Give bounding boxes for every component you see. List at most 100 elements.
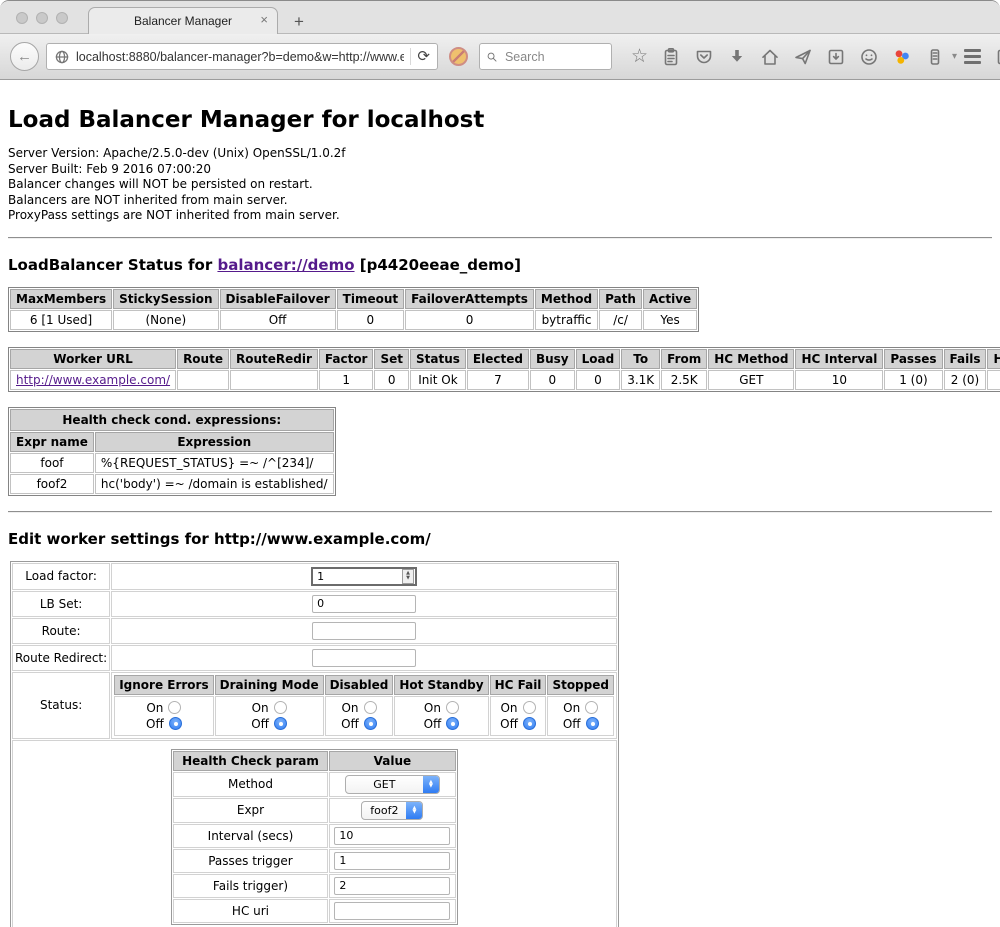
balancers-note-line: Balancers are NOT inherited from main se…: [8, 193, 992, 209]
url-bar[interactable]: localhost:8880/balancer-manager?b=demo&w…: [46, 43, 438, 70]
browser-window: Balancer Manager × + ← localhost:8880/ba…: [0, 0, 1000, 927]
hc-expr-row: foof2 hc('body') =~ /domain is establish…: [10, 474, 334, 494]
select-stepper-icon: ▲▼: [406, 802, 422, 819]
send-icon[interactable]: [793, 47, 813, 67]
server-version-line: Server Version: Apache/2.5.0-dev (Unix) …: [8, 146, 992, 162]
battery-icon[interactable]: [925, 47, 945, 67]
hc-fails-label: Fails trigger): [173, 874, 328, 898]
search-input[interactable]: [503, 49, 605, 65]
lb-set-input[interactable]: [312, 595, 416, 613]
radio-hot-standby-off[interactable]: [446, 717, 459, 730]
number-spinner-icon[interactable]: ▲▼: [402, 569, 414, 584]
hc-interval-label: Interval (secs): [173, 824, 328, 848]
toolbar-buttons: ☆: [631, 47, 957, 67]
balancer-header-row: MaxMembers StickySession DisableFailover…: [10, 289, 697, 309]
hc-passes-label: Passes trigger: [173, 849, 328, 873]
health-check-param-table: Health Check param Value Method GET ▲▼: [171, 749, 458, 925]
close-window-button[interactable]: [16, 12, 28, 24]
balancer-status-table: MaxMembers StickySession DisableFailover…: [8, 287, 699, 332]
route-redirect-input[interactable]: [312, 649, 416, 667]
balancer-link[interactable]: balancer://demo: [217, 256, 354, 274]
status-label: Status:: [12, 672, 110, 739]
proxypass-note-line: ProxyPass settings are NOT inherited fro…: [8, 208, 992, 224]
menu-icon[interactable]: [964, 49, 981, 64]
radio-draining-mode-on[interactable]: [274, 701, 287, 714]
radio-hot-standby-on[interactable]: [446, 701, 459, 714]
back-arrow-icon: ←: [17, 48, 32, 65]
status-table: Ignore Errors Draining Mode Disabled Hot…: [113, 674, 615, 737]
radio-stopped-on[interactable]: [585, 701, 598, 714]
hc-interval-input[interactable]: [334, 827, 450, 845]
hc-passes-input[interactable]: [334, 852, 450, 870]
persist-note-line: Balancer changes will NOT be persisted o…: [8, 177, 992, 193]
worker-table: Worker URL Route RouteRedir Factor Set S…: [8, 347, 1000, 392]
balancer-status-heading: LoadBalancer Status for balancer://demo …: [8, 256, 992, 274]
reload-button[interactable]: ⟳: [417, 49, 430, 64]
globe-icon: [54, 49, 70, 65]
edit-worker-form: Load factor: 1 ▲▼ LB Set: Route:: [10, 561, 619, 927]
tab-bar: Balancer Manager × +: [0, 1, 1000, 34]
window-controls[interactable]: [16, 12, 68, 24]
feedback-smiley-icon[interactable]: [859, 47, 879, 67]
divider: [8, 511, 992, 513]
route-label: Route:: [12, 618, 110, 644]
radio-disabled-on[interactable]: [364, 701, 377, 714]
pocket-icon[interactable]: [694, 47, 714, 67]
tab-close-icon[interactable]: ×: [260, 13, 268, 26]
select-stepper-icon: ▲▼: [423, 776, 439, 793]
back-button[interactable]: ←: [10, 42, 39, 71]
worker-url-link[interactable]: http://www.example.com/: [16, 373, 170, 387]
radio-hc-fail-on[interactable]: [523, 701, 536, 714]
downloads-icon[interactable]: [727, 47, 747, 67]
lb-set-label: LB Set:: [12, 591, 110, 617]
worker-header-row: Worker URL Route RouteRedir Factor Set S…: [10, 349, 1000, 369]
minimize-window-button[interactable]: [36, 12, 48, 24]
zoom-window-button[interactable]: [56, 12, 68, 24]
server-built-line: Server Built: Feb 9 2016 07:00:20: [8, 162, 992, 178]
edit-worker-heading: Edit worker settings for http://www.exam…: [8, 530, 992, 548]
page-title: Load Balancer Manager for localhost: [8, 107, 992, 133]
radio-ignore-errors-off[interactable]: [169, 717, 182, 730]
keyboard-grid-icon[interactable]: [996, 47, 1000, 67]
radio-stopped-off[interactable]: [586, 717, 599, 730]
hc-expr-title: Health check cond. expressions:: [10, 409, 334, 431]
balancer-data-row: 6 [1 Used] (None) Off 0 0 bytraffic /c/ …: [10, 310, 697, 330]
radio-ignore-errors-on[interactable]: [168, 701, 181, 714]
divider: [8, 237, 992, 239]
tab-title: Balancer Manager: [134, 14, 232, 28]
hc-uri-label: HC uri: [173, 899, 328, 923]
hc-expr-label: Expr: [173, 798, 328, 823]
colored-dots-icon[interactable]: [892, 47, 912, 67]
search-bar[interactable]: [479, 43, 612, 70]
hc-fails-input[interactable]: [334, 877, 450, 895]
server-info: Server Version: Apache/2.5.0-dev (Unix) …: [8, 146, 992, 224]
urlbar-divider: [410, 48, 411, 65]
save-panel-icon[interactable]: [826, 47, 846, 67]
radio-hc-fail-off[interactable]: [523, 717, 536, 730]
hc-method-select[interactable]: GET ▲▼: [345, 775, 440, 794]
menu-group: [964, 47, 1000, 67]
url-text: localhost:8880/balancer-manager?b=demo&w…: [76, 50, 404, 64]
hc-expr-row: foof %{REQUEST_STATUS} =~ /^[234]/: [10, 453, 334, 473]
clipboard-icon[interactable]: [661, 47, 681, 67]
new-tab-button[interactable]: +: [294, 13, 304, 30]
hc-method-label: Method: [173, 772, 328, 797]
load-factor-label: Load factor:: [12, 563, 110, 590]
bookmark-star-icon[interactable]: ☆: [631, 47, 648, 66]
search-icon: [486, 50, 498, 64]
route-redirect-label: Route Redirect:: [12, 645, 110, 671]
load-factor-input[interactable]: 1 ▲▼: [311, 567, 417, 586]
page-content: Load Balancer Manager for localhost Serv…: [0, 80, 1000, 927]
home-icon[interactable]: [760, 47, 780, 67]
browser-tab[interactable]: Balancer Manager ×: [88, 7, 278, 34]
overflow-caret-icon[interactable]: ▾: [952, 51, 957, 62]
content-blocked-icon[interactable]: [449, 47, 468, 66]
radio-draining-mode-off[interactable]: [274, 717, 287, 730]
radio-disabled-off[interactable]: [364, 717, 377, 730]
hc-uri-input[interactable]: [334, 902, 450, 920]
worker-data-row: http://www.example.com/ 1 0 Init Ok 7 0 …: [10, 370, 1000, 390]
hc-expr-select[interactable]: foof2 ▲▼: [361, 801, 423, 820]
route-input[interactable]: [312, 622, 416, 640]
navigation-toolbar: ← localhost:8880/balancer-manager?b=demo…: [0, 34, 1000, 80]
hc-expressions-table: Health check cond. expressions: Expr nam…: [8, 407, 336, 496]
